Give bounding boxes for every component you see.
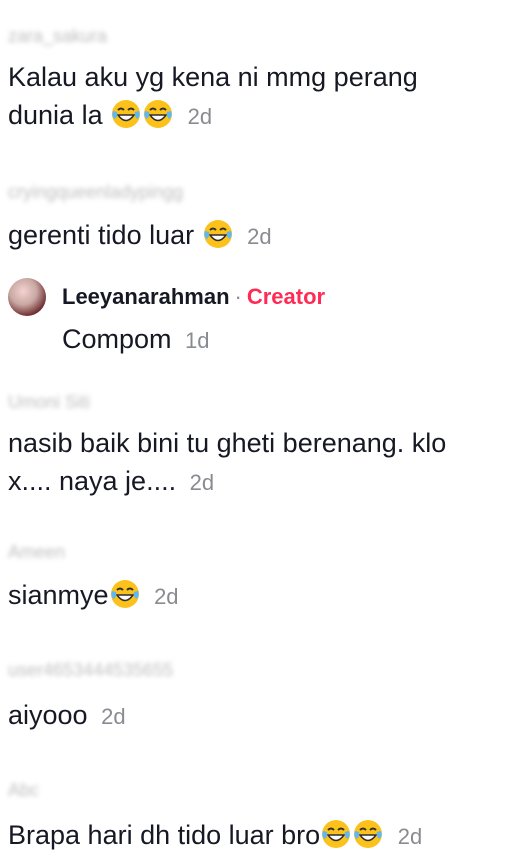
comment-item[interactable]: cryingqueenladypingg gerenti tido luar 2… [8,182,514,256]
comment-item[interactable]: user4653444535655 aiyooo 2d [8,660,514,736]
comment-text: Brapa hari dh tido luar bro 2d [8,820,423,850]
comment-text: Kalau aku yg kena ni mmg perang dunia la… [8,62,418,130]
comment-username[interactable]: user4653444535655 [8,660,514,682]
laugh-cry-icon [203,220,232,248]
comment-item[interactable]: zara_sakura Kalau aku yg kena ni mmg per… [8,26,514,136]
comment-timestamp: 2d [187,104,213,129]
separator-dot: · [234,284,242,309]
comment-item[interactable]: Ameen sianmye 2d [8,542,514,616]
reply-header: Leeyanarahman · Creator [62,284,325,310]
reply-timestamp: 1d [185,328,210,353]
comment-username[interactable]: zara_sakura [8,26,514,48]
comment-username[interactable]: Ameen [8,542,514,564]
comment-text: gerenti tido luar 2d [8,220,272,250]
comment-item[interactable]: Abc Brapa hari dh tido luar bro 2d [8,780,514,856]
comment-username[interactable]: Abc [8,780,514,802]
laugh-cry-icon [354,820,383,848]
comment-item[interactable]: Umoni Siti nasib baik bini tu gheti bere… [8,392,514,502]
comment-text: nasib baik bini tu gheti berenang. klo x… [8,428,447,496]
laugh-cry-icon [322,820,351,848]
avatar[interactable] [8,278,46,316]
comment-text: sianmye 2d [8,580,179,610]
creator-badge: Creator [246,284,326,309]
comment-timestamp: 2d [154,584,179,609]
laugh-cry-icon [144,100,173,128]
comment-username[interactable]: Umoni Siti [8,392,514,414]
laugh-cry-icon [110,580,139,608]
comment-username[interactable]: cryingqueenladypingg [8,182,514,204]
laugh-cry-icon [112,100,141,128]
comment-timestamp: 2d [101,704,126,729]
comment-timestamp: 2d [397,824,423,849]
comment-timestamp: 2d [189,470,215,495]
reply-username[interactable]: Leeyanarahman [62,284,230,309]
comment-timestamp: 2d [247,224,272,249]
comment-text: aiyooo 2d [8,700,126,730]
reply-text: Compom 1d [62,324,210,354]
